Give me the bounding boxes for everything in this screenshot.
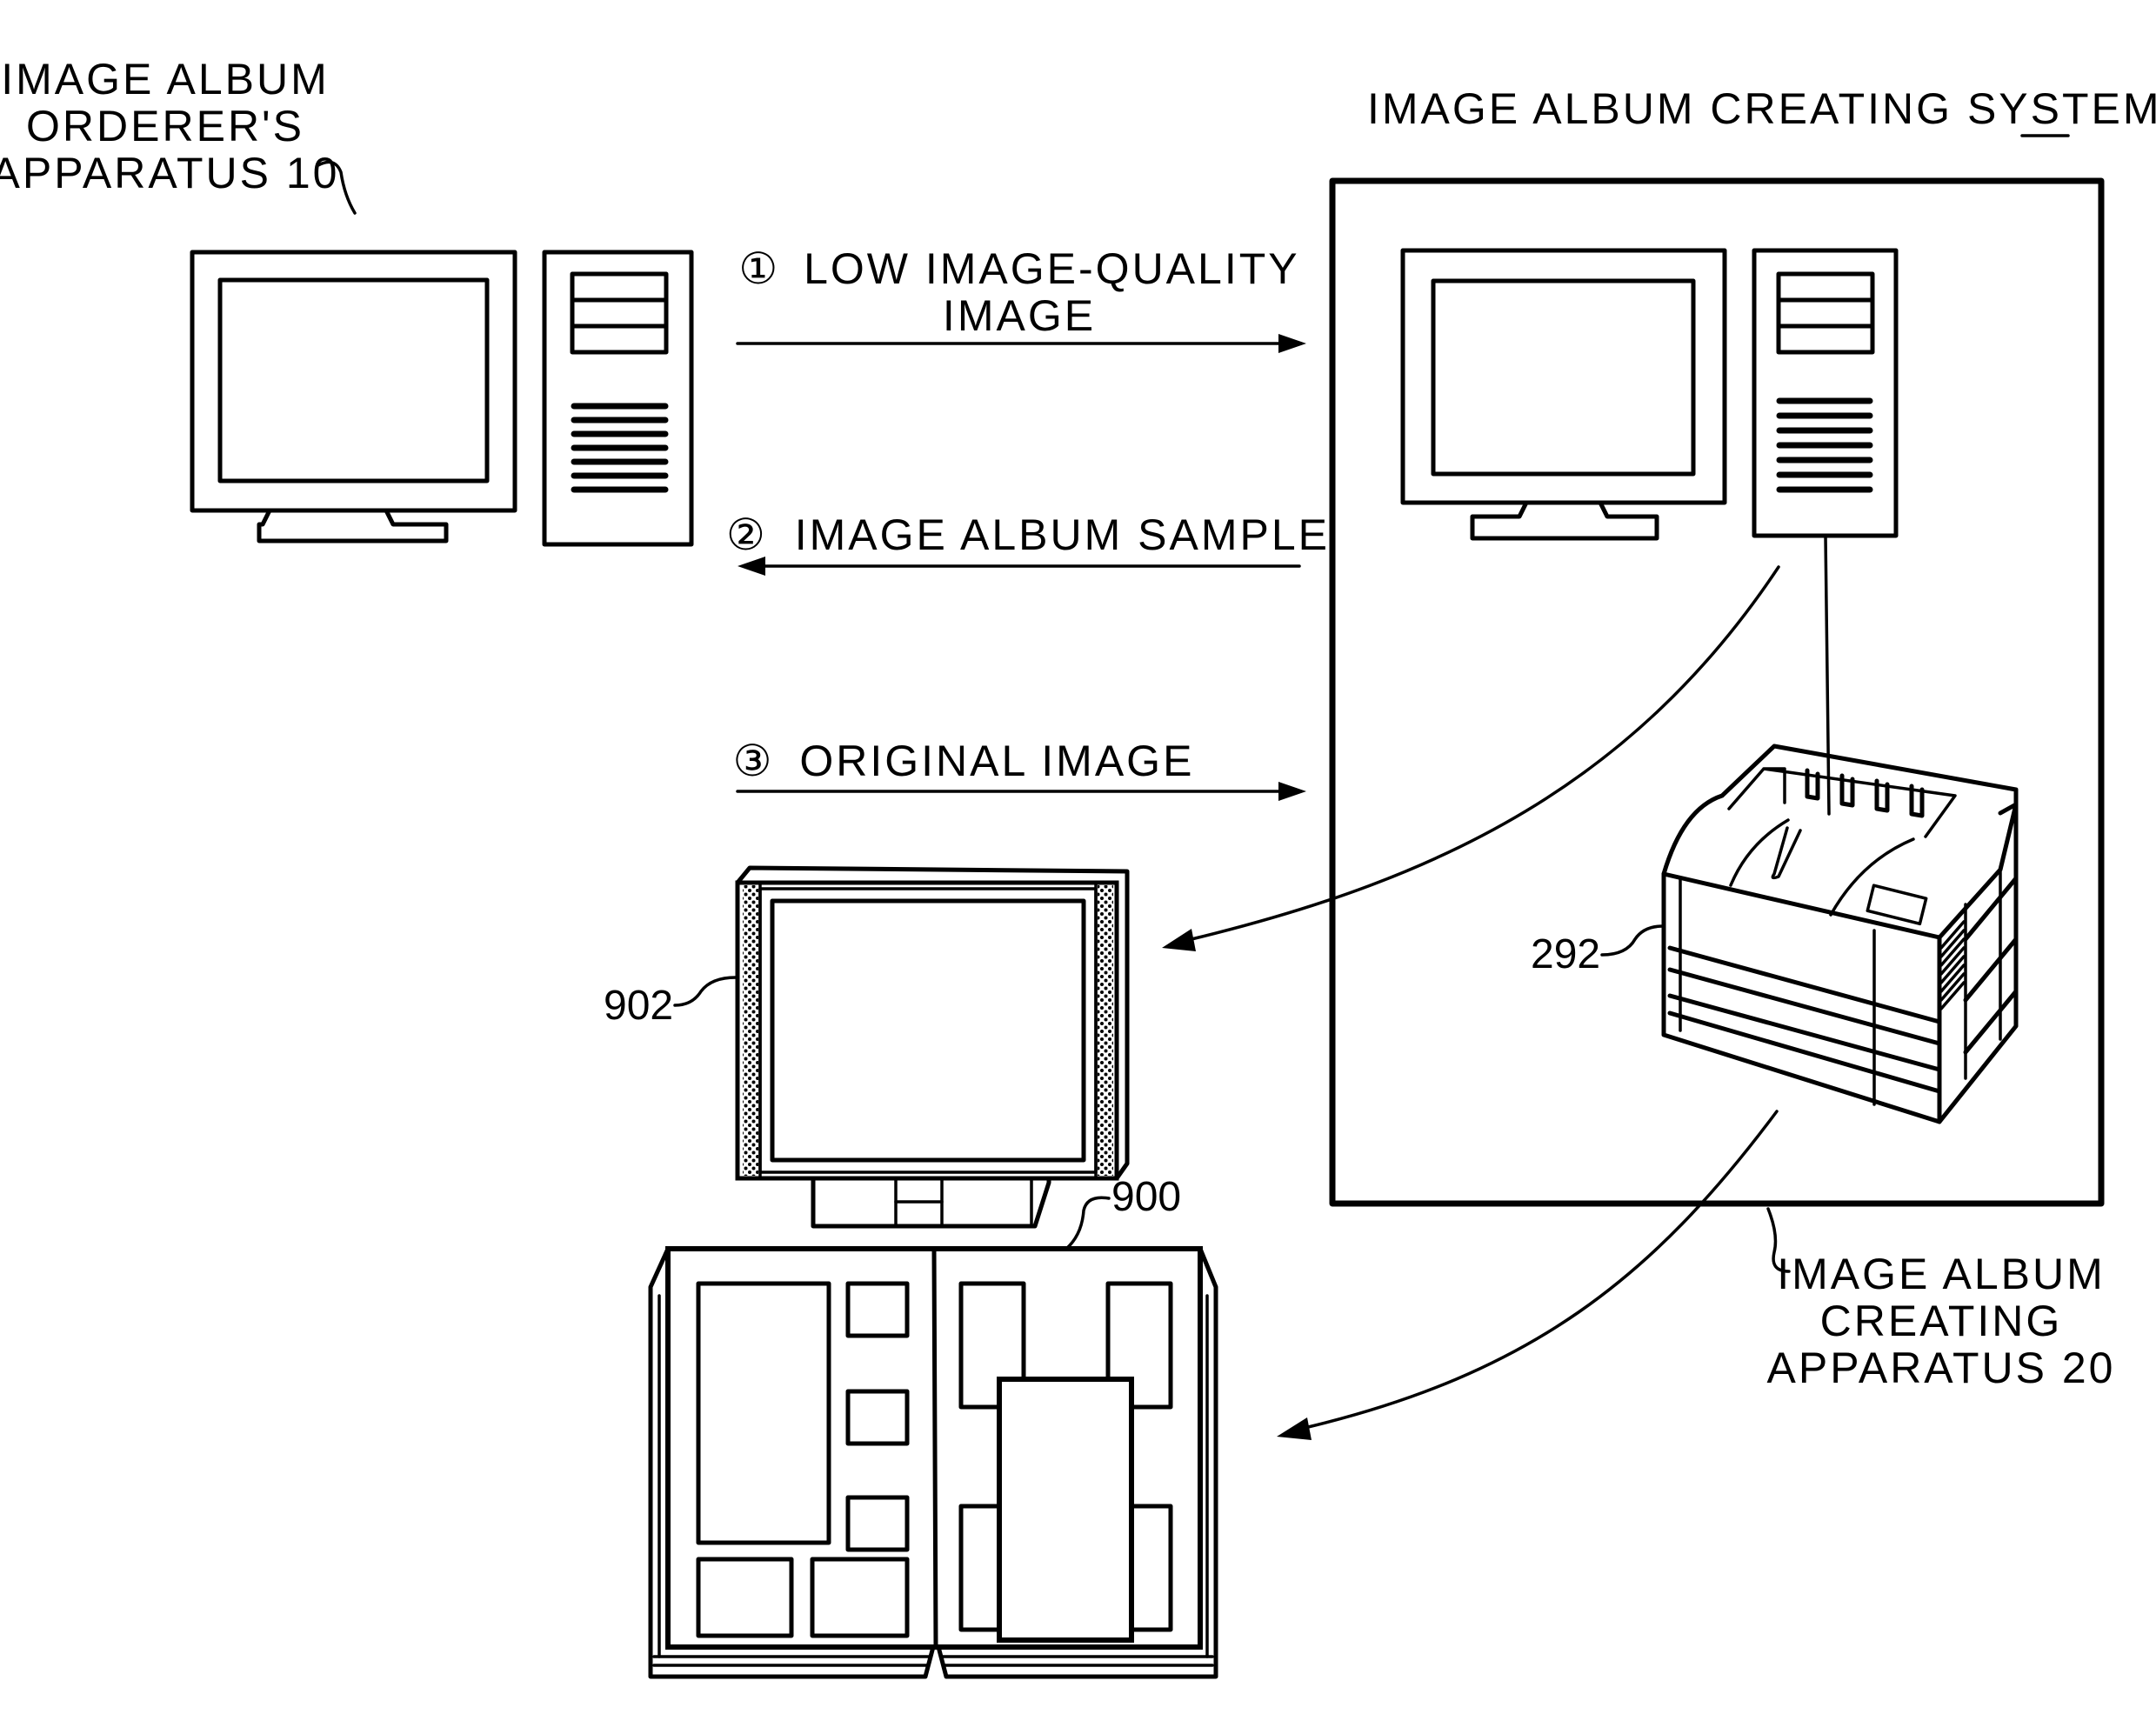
orderer-apparatus-label: IMAGE ALBUM ORDERER'S APPARATUS 10 — [0, 55, 357, 215]
flow-3-arrowhead-icon — [1278, 782, 1306, 801]
creating-monitor-icon — [1400, 248, 1727, 541]
album-output-curve — [1303, 1110, 1779, 1430]
flow-3-label: ORIGINAL IMAGE — [799, 737, 1194, 785]
svg-text:③ ORIGINAL IMAGE: ③ ORIGINAL IMAGE — [733, 737, 1195, 785]
creating-label-line-1: IMAGE ALBUM — [1777, 1250, 2106, 1298]
orderer-label-line-2: ORDERER'S — [26, 102, 304, 150]
orderer-label-line-1: IMAGE ALBUM — [1, 55, 330, 103]
image-album-system-diagram: IMAGE ALBUM ORDERER'S APPARATUS 10 ① LOW… — [0, 55, 2156, 1679]
creating-tower-icon — [1752, 248, 1899, 538]
display-902-icon — [735, 865, 1130, 1229]
tower-vents — [571, 403, 669, 493]
printer-ref-number: 292 — [1531, 931, 1600, 977]
printer-leader-line — [1600, 924, 1665, 957]
system-title: IMAGE ALBUM CREATING SYSTEM 50 — [1367, 84, 2156, 137]
flow-1-label-line-1: LOW IMAGE-QUALITY — [804, 244, 1300, 293]
orderer-monitor-icon — [190, 250, 517, 544]
flow-1-low-quality-image: ① LOW IMAGE-QUALITY IMAGE — [736, 244, 1306, 353]
album-spine — [931, 1246, 938, 1650]
flow-1-label-line-2: IMAGE — [943, 291, 1096, 340]
display-output-arrowhead-icon — [1162, 929, 1196, 951]
system-title-text: IMAGE ALBUM CREATING SYSTEM — [1367, 84, 2156, 133]
display-output-curve — [1190, 565, 1780, 941]
album-output-arrowhead-icon — [1277, 1417, 1312, 1440]
album-leader-line — [1065, 1196, 1111, 1250]
orderer-computer-icon — [190, 250, 694, 547]
svg-text:② IMAGE ALBUM SAMPLE: ② IMAGE ALBUM SAMPLE — [726, 510, 1330, 559]
orderer-label-line-3: APPARATUS 10 — [0, 149, 339, 197]
flow-3-step: ③ — [733, 737, 775, 785]
svg-text:IMAGE ALBUM CREATING SYSTEM: IMAGE ALBUM CREATING SYSTEM 50 — [1367, 84, 2156, 133]
flow-2-label: IMAGE ALBUM SAMPLE — [795, 510, 1330, 559]
creating-apparatus-label: IMAGE ALBUM CREATING APPARATUS 20 — [1766, 1207, 2116, 1392]
creating-label-line-2: CREATING — [1820, 1297, 2063, 1345]
creating-label-line-3: APPARATUS 20 — [1767, 1344, 2116, 1392]
flow-2-image-album-sample: ② IMAGE ALBUM SAMPLE — [726, 510, 1330, 576]
flow-1-step: ① — [738, 244, 780, 293]
display-leader-line — [673, 976, 738, 1007]
album-ref-number: 900 — [1111, 1174, 1181, 1220]
creating-computer-icon — [1400, 248, 1899, 541]
orderer-tower-icon — [542, 250, 694, 547]
printer-icon — [1661, 744, 2019, 1124]
display-ref-number: 902 — [604, 983, 673, 1029]
svg-text:① LOW IMAGE-QUALITY: ① LOW IMAGE-QUALITY — [738, 244, 1299, 293]
flow-1-arrowhead-icon — [1278, 334, 1306, 353]
album-900-icon — [648, 1246, 1218, 1679]
creating-tower-vents — [1776, 397, 1873, 493]
flow-3-original-image: ③ ORIGINAL IMAGE — [733, 737, 1306, 801]
flow-2-step: ② — [726, 510, 768, 559]
flow-2-arrowhead-icon — [738, 557, 765, 576]
printer-cable — [1824, 534, 1831, 816]
